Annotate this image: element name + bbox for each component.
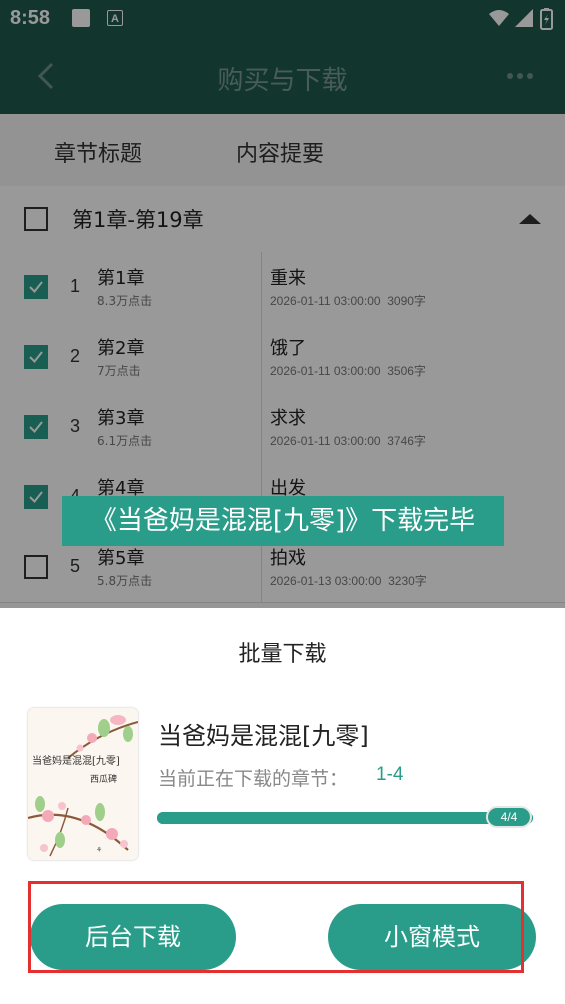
cover-flowers-illustration (28, 715, 138, 857)
downloading-range: 1-4 (376, 764, 404, 785)
batch-download-sheet: 批量下载 当爸妈是混混[九零] 西瓜碑 ⚘ 当爸妈是混混[九零] 当前正在下载的… (0, 608, 565, 1004)
progress-badge: 4/4 (486, 806, 532, 828)
download-progress-bar (157, 812, 533, 824)
mini-window-button[interactable]: 小窗模式 (328, 904, 536, 970)
cover-author: 西瓜碑 (90, 775, 118, 785)
sheet-title: 批量下载 (238, 642, 327, 667)
background-download-button[interactable]: 后台下载 (30, 904, 236, 970)
book-name: 当爸妈是混混[九零] (158, 722, 369, 750)
cover-publisher-mark: ⚘ (96, 846, 103, 854)
book-cover: 当爸妈是混混[九零] 西瓜碑 ⚘ (28, 708, 138, 860)
downloading-label: 当前正在下载的章节： (158, 768, 349, 790)
cover-title: 当爸妈是混混[九零] (32, 756, 120, 767)
download-progress-fill (157, 812, 533, 824)
download-complete-toast: 《当爸妈是混混[九零]》下载完毕 (62, 496, 504, 546)
